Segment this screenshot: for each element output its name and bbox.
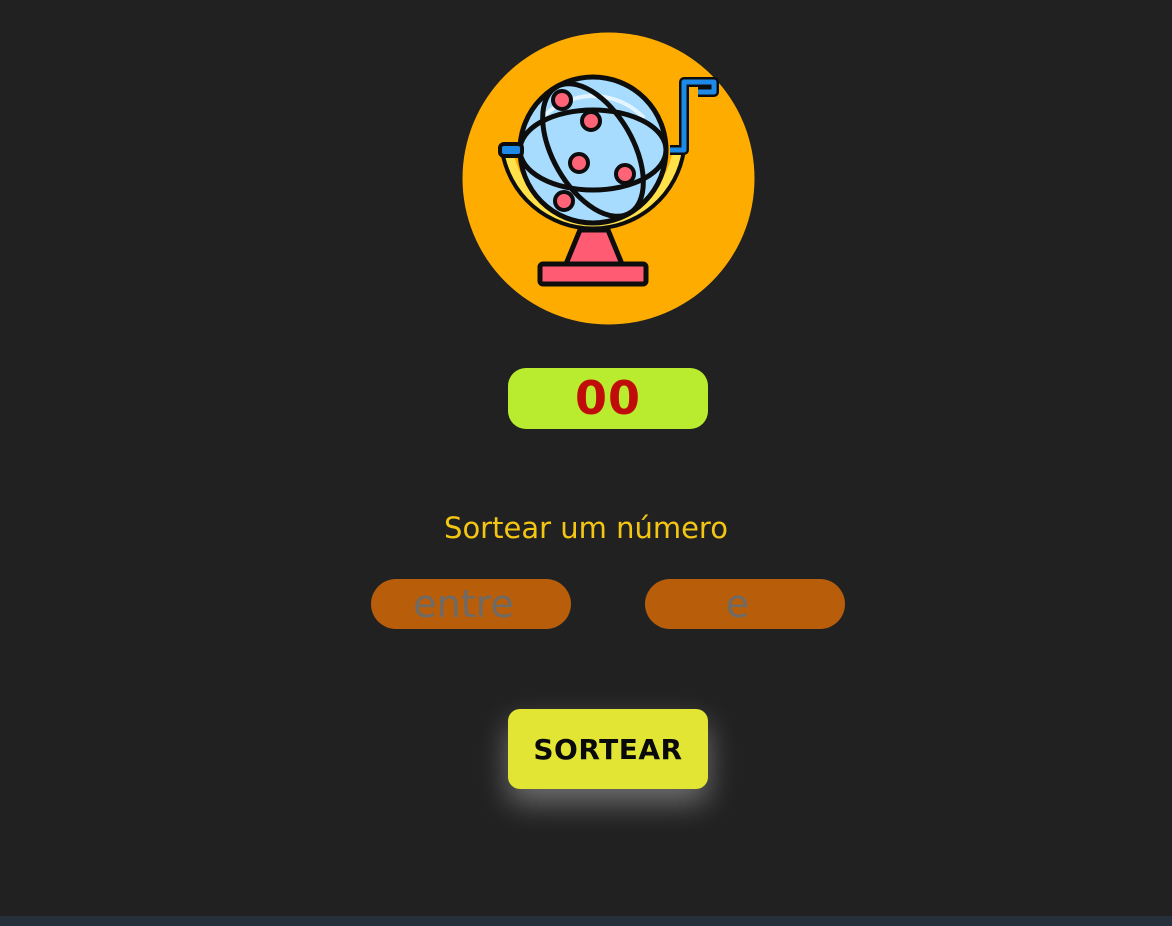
max-number-input[interactable] xyxy=(645,579,845,629)
bottom-strip xyxy=(0,916,1172,926)
lottery-globe-icon xyxy=(462,32,755,325)
min-number-input[interactable] xyxy=(371,579,571,629)
draw-number-heading: Sortear um número xyxy=(444,511,728,545)
draw-button[interactable]: SORTEAR xyxy=(508,709,708,789)
lottery-logo xyxy=(462,32,755,325)
result-display: 00 xyxy=(508,368,708,429)
